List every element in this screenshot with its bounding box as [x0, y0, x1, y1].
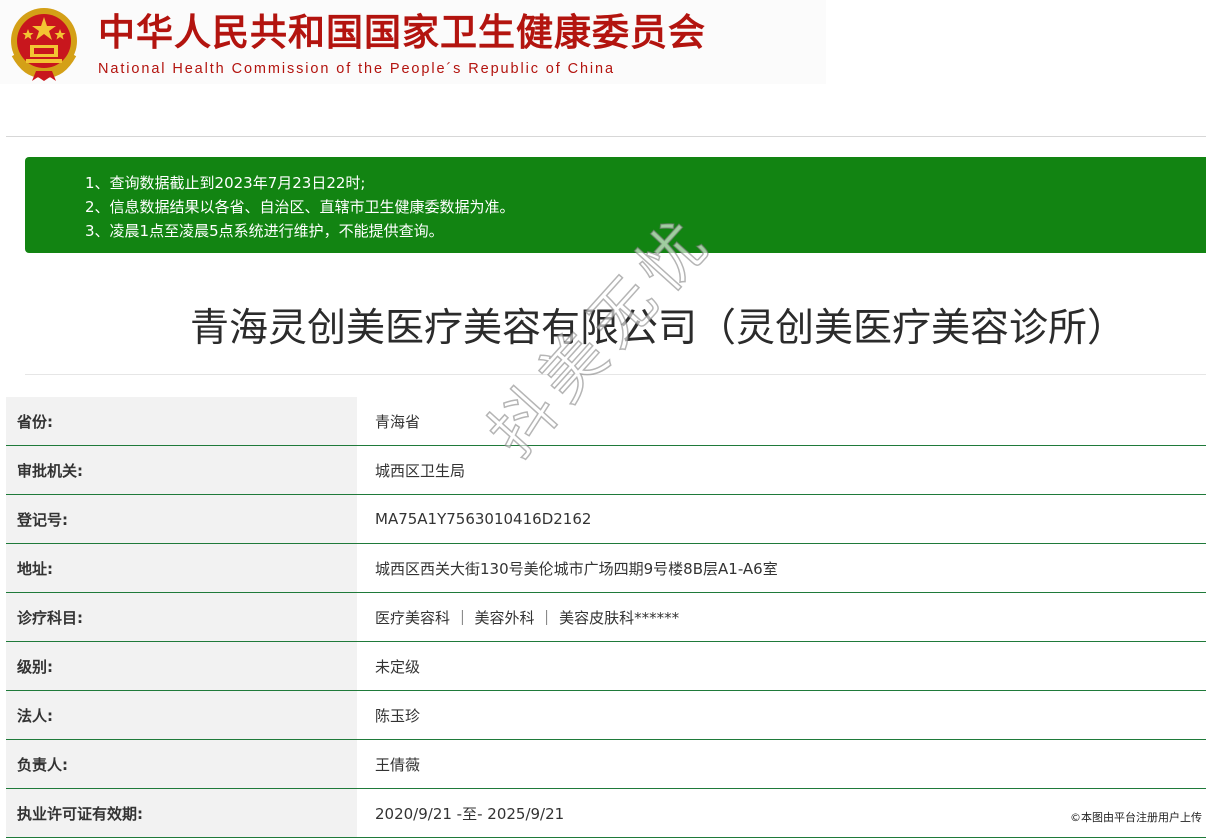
row-value: 医疗美容科 ｜ 美容外科 ｜ 美容皮肤科******	[363, 593, 1206, 641]
table-row-departments: 诊疗科目: 医疗美容科 ｜ 美容外科 ｜ 美容皮肤科******	[6, 593, 1206, 642]
table-row-approval-authority: 审批机关: 城西区卫生局	[6, 446, 1206, 495]
site-title-english: National Health Commission of the People…	[98, 61, 615, 77]
row-value: 青海省	[363, 397, 1206, 445]
row-value: MA75A1Y7563010416D2162	[363, 495, 1206, 543]
title-divider	[25, 374, 1206, 375]
notice-item: 1、查询数据截止到2023年7月23日22时;	[85, 174, 366, 192]
national-emblem-icon	[11, 8, 77, 81]
row-label: 执业许可证有效期:	[6, 789, 357, 837]
row-value: 陈玉珍	[363, 691, 1206, 739]
table-row-license-validity: 执业许可证有效期: 2020/9/21 -至- 2025/9/21	[6, 789, 1206, 838]
row-label: 负责人:	[6, 740, 357, 788]
notice-item: 2、信息数据结果以各省、自治区、直辖市卫生健康委数据为准。	[85, 198, 515, 216]
row-label: 级别:	[6, 642, 357, 690]
company-title: 青海灵创美医疗美容有限公司（灵创美医疗美容诊所）	[190, 306, 1127, 351]
row-value: 王倩薇	[363, 740, 1206, 788]
site-title-chinese: 中华人民共和国国家卫生健康委员会	[98, 11, 706, 54]
notice-list: 1、查询数据截止到2023年7月23日22时; 2、信息数据结果以各省、自治区、…	[25, 157, 1206, 243]
site-header: 中华人民共和国国家卫生健康委员会 National Health Commiss…	[0, 0, 826, 84]
table-row-level: 级别: 未定级	[6, 642, 1206, 691]
notice-box: 1、查询数据截止到2023年7月23日22时; 2、信息数据结果以各省、自治区、…	[25, 157, 1206, 253]
table-row-registration-number: 登记号: MA75A1Y7563010416D2162	[6, 495, 1206, 544]
row-label: 法人:	[6, 691, 357, 739]
row-label: 诊疗科目:	[6, 593, 357, 641]
row-value: 城西区西关大街130号美伦城市广场四期9号楼8B层A1-A6室	[363, 544, 1206, 592]
info-table: 省份: 青海省 审批机关: 城西区卫生局 登记号: MA75A1Y7563010…	[6, 397, 1206, 838]
header-divider	[6, 136, 1206, 137]
upload-note: ©本图由平台注册用户上传	[1068, 809, 1204, 825]
row-label: 登记号:	[6, 495, 357, 543]
row-value: 城西区卫生局	[363, 446, 1206, 494]
table-row-address: 地址: 城西区西关大街130号美伦城市广场四期9号楼8B层A1-A6室	[6, 544, 1206, 593]
notice-item: 3、凌晨1点至凌晨5点系统进行维护，不能提供查询。	[85, 222, 444, 240]
row-value: 未定级	[363, 642, 1206, 690]
table-row-person-in-charge: 负责人: 王倩薇	[6, 740, 1206, 789]
table-row-province: 省份: 青海省	[6, 397, 1206, 446]
row-label: 地址:	[6, 544, 357, 592]
row-label: 省份:	[6, 397, 357, 445]
row-label: 审批机关:	[6, 446, 357, 494]
table-row-legal-person: 法人: 陈玉珍	[6, 691, 1206, 740]
